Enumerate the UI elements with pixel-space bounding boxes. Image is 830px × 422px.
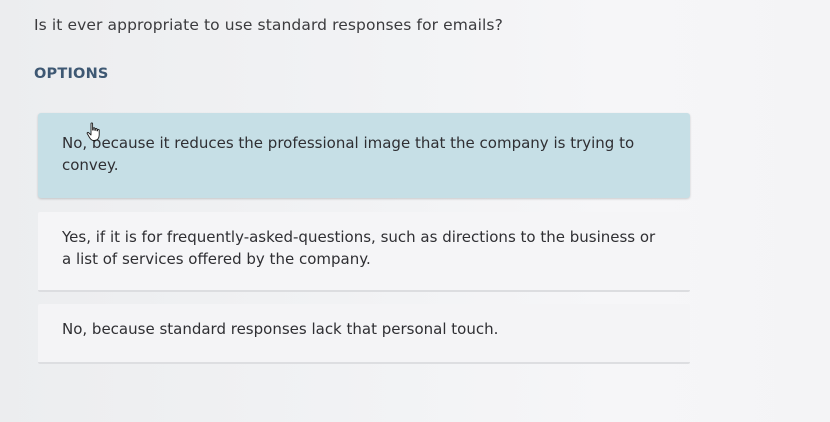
- option-3-label: No, because standard responses lack that…: [62, 320, 499, 338]
- option-1[interactable]: No, because it reduces the professional …: [38, 113, 690, 198]
- options-heading: OPTIONS: [34, 66, 109, 82]
- question-text: Is it ever appropriate to use standard r…: [34, 16, 503, 34]
- option-3[interactable]: No, because standard responses lack that…: [38, 304, 690, 364]
- option-2-label: Yes, if it is for frequently-asked-quest…: [62, 228, 656, 268]
- option-2[interactable]: Yes, if it is for frequently-asked-quest…: [38, 212, 690, 292]
- option-1-label: No, because it reduces the professional …: [62, 134, 635, 174]
